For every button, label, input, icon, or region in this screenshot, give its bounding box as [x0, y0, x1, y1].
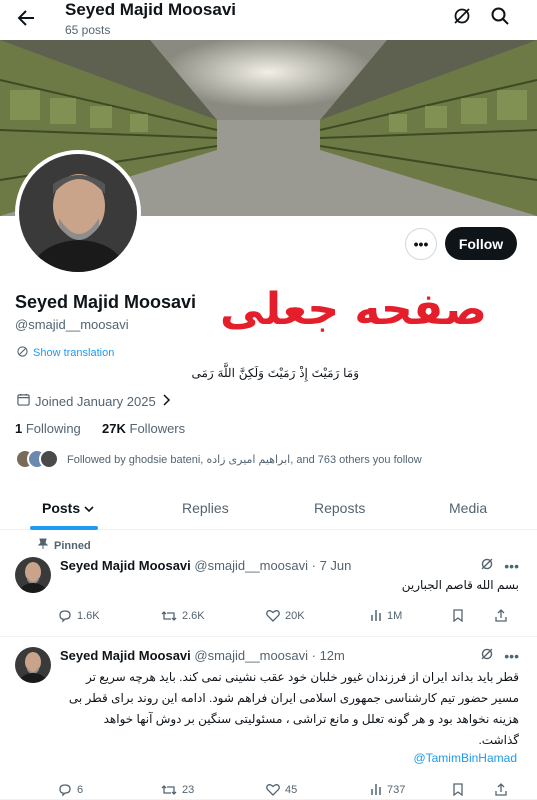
view-count: 1M	[387, 609, 403, 622]
views-icon	[371, 784, 381, 795]
post-line: هزینه نخواهد بود و هر گونه تعلل و مانع ت…	[103, 712, 519, 726]
post-meta: @smajid__moosavi · 12m	[194, 648, 345, 663]
reply-icon	[59, 610, 71, 623]
display-name: Seyed Majid Moosavi	[15, 292, 197, 312]
followed-by-text: Followed by ghodsie bateni, ابراهیم امیر…	[67, 453, 422, 466]
bookmark-button[interactable]	[452, 783, 464, 796]
translation-label: Show translation	[33, 347, 115, 359]
like-count: 45	[285, 783, 298, 796]
like-button[interactable]: 20K	[266, 609, 305, 622]
following-label: Following	[25, 421, 81, 436]
post-text: بسم الله قاصم الجبارین	[401, 578, 519, 592]
share-button[interactable]	[495, 783, 507, 796]
follow-button[interactable]: Follow	[445, 227, 517, 260]
followed-by-row[interactable]: Followed by ghodsie bateni, ابراهیم امیر…	[15, 449, 422, 469]
follower-avatars	[15, 449, 59, 469]
top-bar: Seyed Majid Moosavi 65 posts	[0, 0, 537, 40]
reply-button[interactable]: 6	[58, 783, 83, 797]
post-line: قطر باید بداند ایران از فرزندان غیور خلب…	[86, 670, 519, 684]
calendar-icon	[17, 393, 30, 409]
page-title: Seyed Majid Moosavi	[65, 0, 236, 19]
follow-stats: 1 Following 27K Followers	[15, 421, 185, 436]
followers-count: 27K	[102, 421, 126, 436]
tab-reposts[interactable]: Reposts	[314, 500, 365, 516]
post-top-icons: •••	[480, 647, 519, 664]
tab-label: Posts	[42, 500, 81, 516]
bookmark-icon	[453, 783, 463, 796]
more-options-button[interactable]: •••	[405, 228, 437, 260]
post-meta: @smajid__moosavi · 7 Jun	[194, 558, 352, 573]
post-author[interactable]: Seyed Majid Moosavi	[60, 558, 191, 573]
bookmark-button[interactable]	[452, 609, 464, 622]
show-translation-link[interactable]: Show translation	[17, 346, 114, 360]
tab-media[interactable]: Media	[449, 500, 487, 516]
grok-icon[interactable]	[480, 557, 494, 574]
views-button[interactable]: 737	[370, 783, 405, 796]
followers-label: Followers	[129, 421, 186, 436]
like-button[interactable]: 45	[266, 783, 297, 796]
view-count: 737	[387, 783, 406, 796]
repost-count: 23	[182, 784, 195, 796]
views-button[interactable]: 1M	[370, 609, 402, 622]
more-icon[interactable]: •••	[504, 648, 519, 664]
post-line: مسیر حضور تیم کارشناسی جمهوری اسلامی ایر…	[68, 691, 519, 705]
post-author[interactable]: Seyed Majid Moosavi	[60, 648, 191, 663]
post-avatar[interactable]	[15, 557, 51, 593]
mention-link[interactable]: @TamimBinHamad	[413, 751, 517, 765]
repost-count: 2.6K	[182, 610, 205, 622]
search-icon[interactable]	[490, 6, 510, 26]
back-arrow-icon[interactable]	[14, 6, 38, 30]
heart-icon	[266, 784, 280, 796]
user-handle: @smajid__moosavi	[15, 317, 129, 332]
like-count: 20K	[285, 609, 305, 622]
repost-button[interactable]: 2.6K	[161, 609, 205, 623]
profile-avatar[interactable]	[15, 150, 141, 276]
grok-icon[interactable]	[480, 647, 494, 664]
pinned-post[interactable]: Pinned Seyed Majid Moosavi @smajid__moos…	[0, 531, 537, 637]
tab-posts[interactable]: Posts	[42, 500, 94, 516]
repost-icon	[161, 785, 177, 795]
post-line: گذاشت.	[478, 733, 519, 747]
reply-button[interactable]: 1.6K	[58, 609, 100, 623]
post-header: Seyed Majid Moosavi @smajid__moosavi · 7…	[60, 558, 351, 573]
reply-count: 6	[77, 784, 84, 796]
tab-replies[interactable]: Replies	[182, 500, 229, 516]
views-icon	[371, 610, 381, 621]
share-icon	[495, 609, 507, 622]
following-count: 1	[15, 421, 23, 436]
post-text: قطر باید بداند ایران از فرزندان غیور خلب…	[59, 667, 519, 751]
repost-icon	[161, 611, 177, 621]
share-icon	[495, 783, 507, 796]
pin-icon	[37, 538, 49, 553]
pinned-label: Pinned	[54, 539, 91, 552]
bookmark-icon	[453, 609, 463, 622]
post-avatar[interactable]	[15, 647, 51, 683]
post[interactable]: Seyed Majid Moosavi @smajid__moosavi · 1…	[0, 637, 537, 800]
joined-label: Joined January 2025	[35, 393, 156, 409]
share-button[interactable]	[495, 609, 507, 622]
chevron-down-icon	[84, 500, 94, 516]
following-link[interactable]: 1 Following	[15, 421, 81, 436]
active-tab-indicator	[30, 526, 98, 530]
post-top-icons: •••	[480, 557, 519, 574]
followers-link[interactable]: 27K Followers	[102, 421, 185, 436]
post-count: 65 posts	[65, 23, 111, 37]
heart-icon	[266, 610, 280, 622]
reply-icon	[59, 784, 71, 797]
more-icon[interactable]: •••	[504, 558, 519, 574]
grok-icon[interactable]	[452, 6, 472, 26]
fake-page-stamp: صفحه جعلی	[220, 284, 487, 335]
pinned-indicator: Pinned	[37, 538, 91, 553]
repost-button[interactable]: 23	[161, 783, 194, 797]
profile-tabs: Posts Replies Reposts Media	[0, 488, 537, 530]
profile-bio: وَمَا رَمَيْتَ إِذْ رَمَيْتَ وَلَكِنَّ ا…	[191, 366, 359, 380]
chevron-right-icon[interactable]	[161, 393, 171, 409]
joined-date: Joined January 2025	[17, 393, 171, 409]
post-header: Seyed Majid Moosavi @smajid__moosavi · 1…	[60, 648, 345, 663]
globe-icon	[17, 346, 28, 360]
reply-count: 1.6K	[77, 610, 100, 622]
avatar	[39, 449, 59, 469]
